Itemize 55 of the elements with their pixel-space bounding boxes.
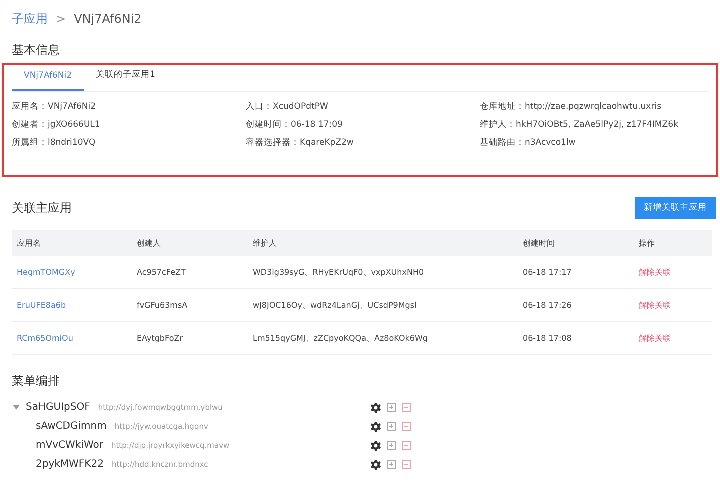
table-cell-text: Lm515qyGMJ、zZCpyoKQQa、Az8oKOk6Wg — [253, 332, 429, 344]
info-field: 入口：XcudOPdtPW — [246, 101, 480, 113]
table-cell-text: wJ8JOC16Oy、wdRz4LanGj、UCsdP9Mgsl — [253, 300, 418, 310]
remove-icon[interactable] — [402, 441, 411, 450]
remove-icon[interactable] — [402, 460, 411, 469]
info-field: 仓库地址：http://zae.pqzwrqlcaohwtu.uxris — [480, 101, 708, 113]
breadcrumb-current: VNj7Af6Ni2 — [74, 12, 142, 26]
add-icon[interactable] — [387, 422, 396, 431]
unlink-link[interactable]: 解除关联 — [639, 332, 707, 344]
expand-caret-icon[interactable] — [13, 405, 20, 410]
menu-item-name[interactable]: sAwCDGimnm — [36, 421, 107, 432]
info-field: 基础路由：n3Acvco1lw — [480, 137, 708, 149]
info-field: 应用名：VNj7Af6Ni2 — [12, 101, 246, 113]
column-header: 应用名 — [17, 238, 42, 248]
column-header: 维护人 — [253, 238, 278, 248]
table-cell-text: 06-18 17:26 — [523, 300, 573, 310]
add-main-app-button[interactable]: 新增关联主应用 — [635, 197, 716, 219]
table-cell-text: Ac957cFeZT — [137, 268, 187, 276]
info-field: 创建时间：06-18 17:09 — [246, 119, 480, 131]
unlink-link[interactable]: 解除关联 — [639, 300, 707, 310]
table-cell-text: WD3ig39syG、RHyEKrUqF0、vxpXUhxNH0 — [253, 266, 426, 278]
unlink-link[interactable]: 解除关联 — [639, 266, 707, 278]
section-title: 菜单编排 — [12, 373, 61, 390]
app-link[interactable]: RCm65OmiOu — [17, 334, 137, 342]
info-field: 所属组：l8ndri10VQ — [12, 137, 246, 149]
settings-icon[interactable] — [371, 422, 381, 432]
add-icon[interactable] — [387, 441, 396, 450]
table-cell-text: 06-18 17:17 — [523, 268, 573, 276]
add-icon[interactable] — [387, 403, 396, 412]
add-icon[interactable] — [387, 460, 396, 469]
tab[interactable]: VNj7Af6Ni2 — [12, 71, 84, 91]
breadcrumb-separator: > — [56, 12, 66, 26]
info-field: 容器选择器：KqareKpZ2w — [246, 137, 480, 149]
settings-icon[interactable] — [371, 402, 381, 412]
column-header: 创建时间 — [523, 238, 556, 248]
settings-icon[interactable] — [371, 440, 381, 450]
section-title: 关联主应用 — [12, 200, 72, 216]
column-header: 操作 — [639, 238, 656, 248]
app-link[interactable]: HegmTOMGXy — [17, 268, 137, 276]
table-cell-text: fvGFu63msA — [137, 300, 189, 310]
tab[interactable]: 关联的子应用1 — [84, 69, 168, 91]
table-cell-text: EAytgbFoZr — [137, 334, 184, 342]
menu-item-name[interactable]: mVvCWkiWor — [36, 440, 104, 451]
column-header: 创建人 — [137, 238, 162, 248]
remove-icon[interactable] — [402, 403, 411, 412]
settings-icon[interactable] — [371, 460, 381, 470]
menu-item-name[interactable]: 2pykMWFK22 — [36, 459, 104, 470]
table-cell-text: 06-18 17:08 — [523, 334, 573, 342]
menu-item-name[interactable]: SaHGUIpSOF — [26, 402, 90, 413]
breadcrumb-link[interactable]: 子应用 — [12, 10, 48, 28]
info-field: 维护人：hkH7OiOBt5, ZaAe5lPy2j, z17F4IMZ6k — [480, 119, 708, 131]
info-field: 创建者：jgXO666UL1 — [12, 119, 246, 131]
remove-icon[interactable] — [402, 422, 411, 431]
app-link[interactable]: EruUFE8a6b — [17, 300, 137, 310]
section-title: 基本信息 — [12, 42, 61, 59]
